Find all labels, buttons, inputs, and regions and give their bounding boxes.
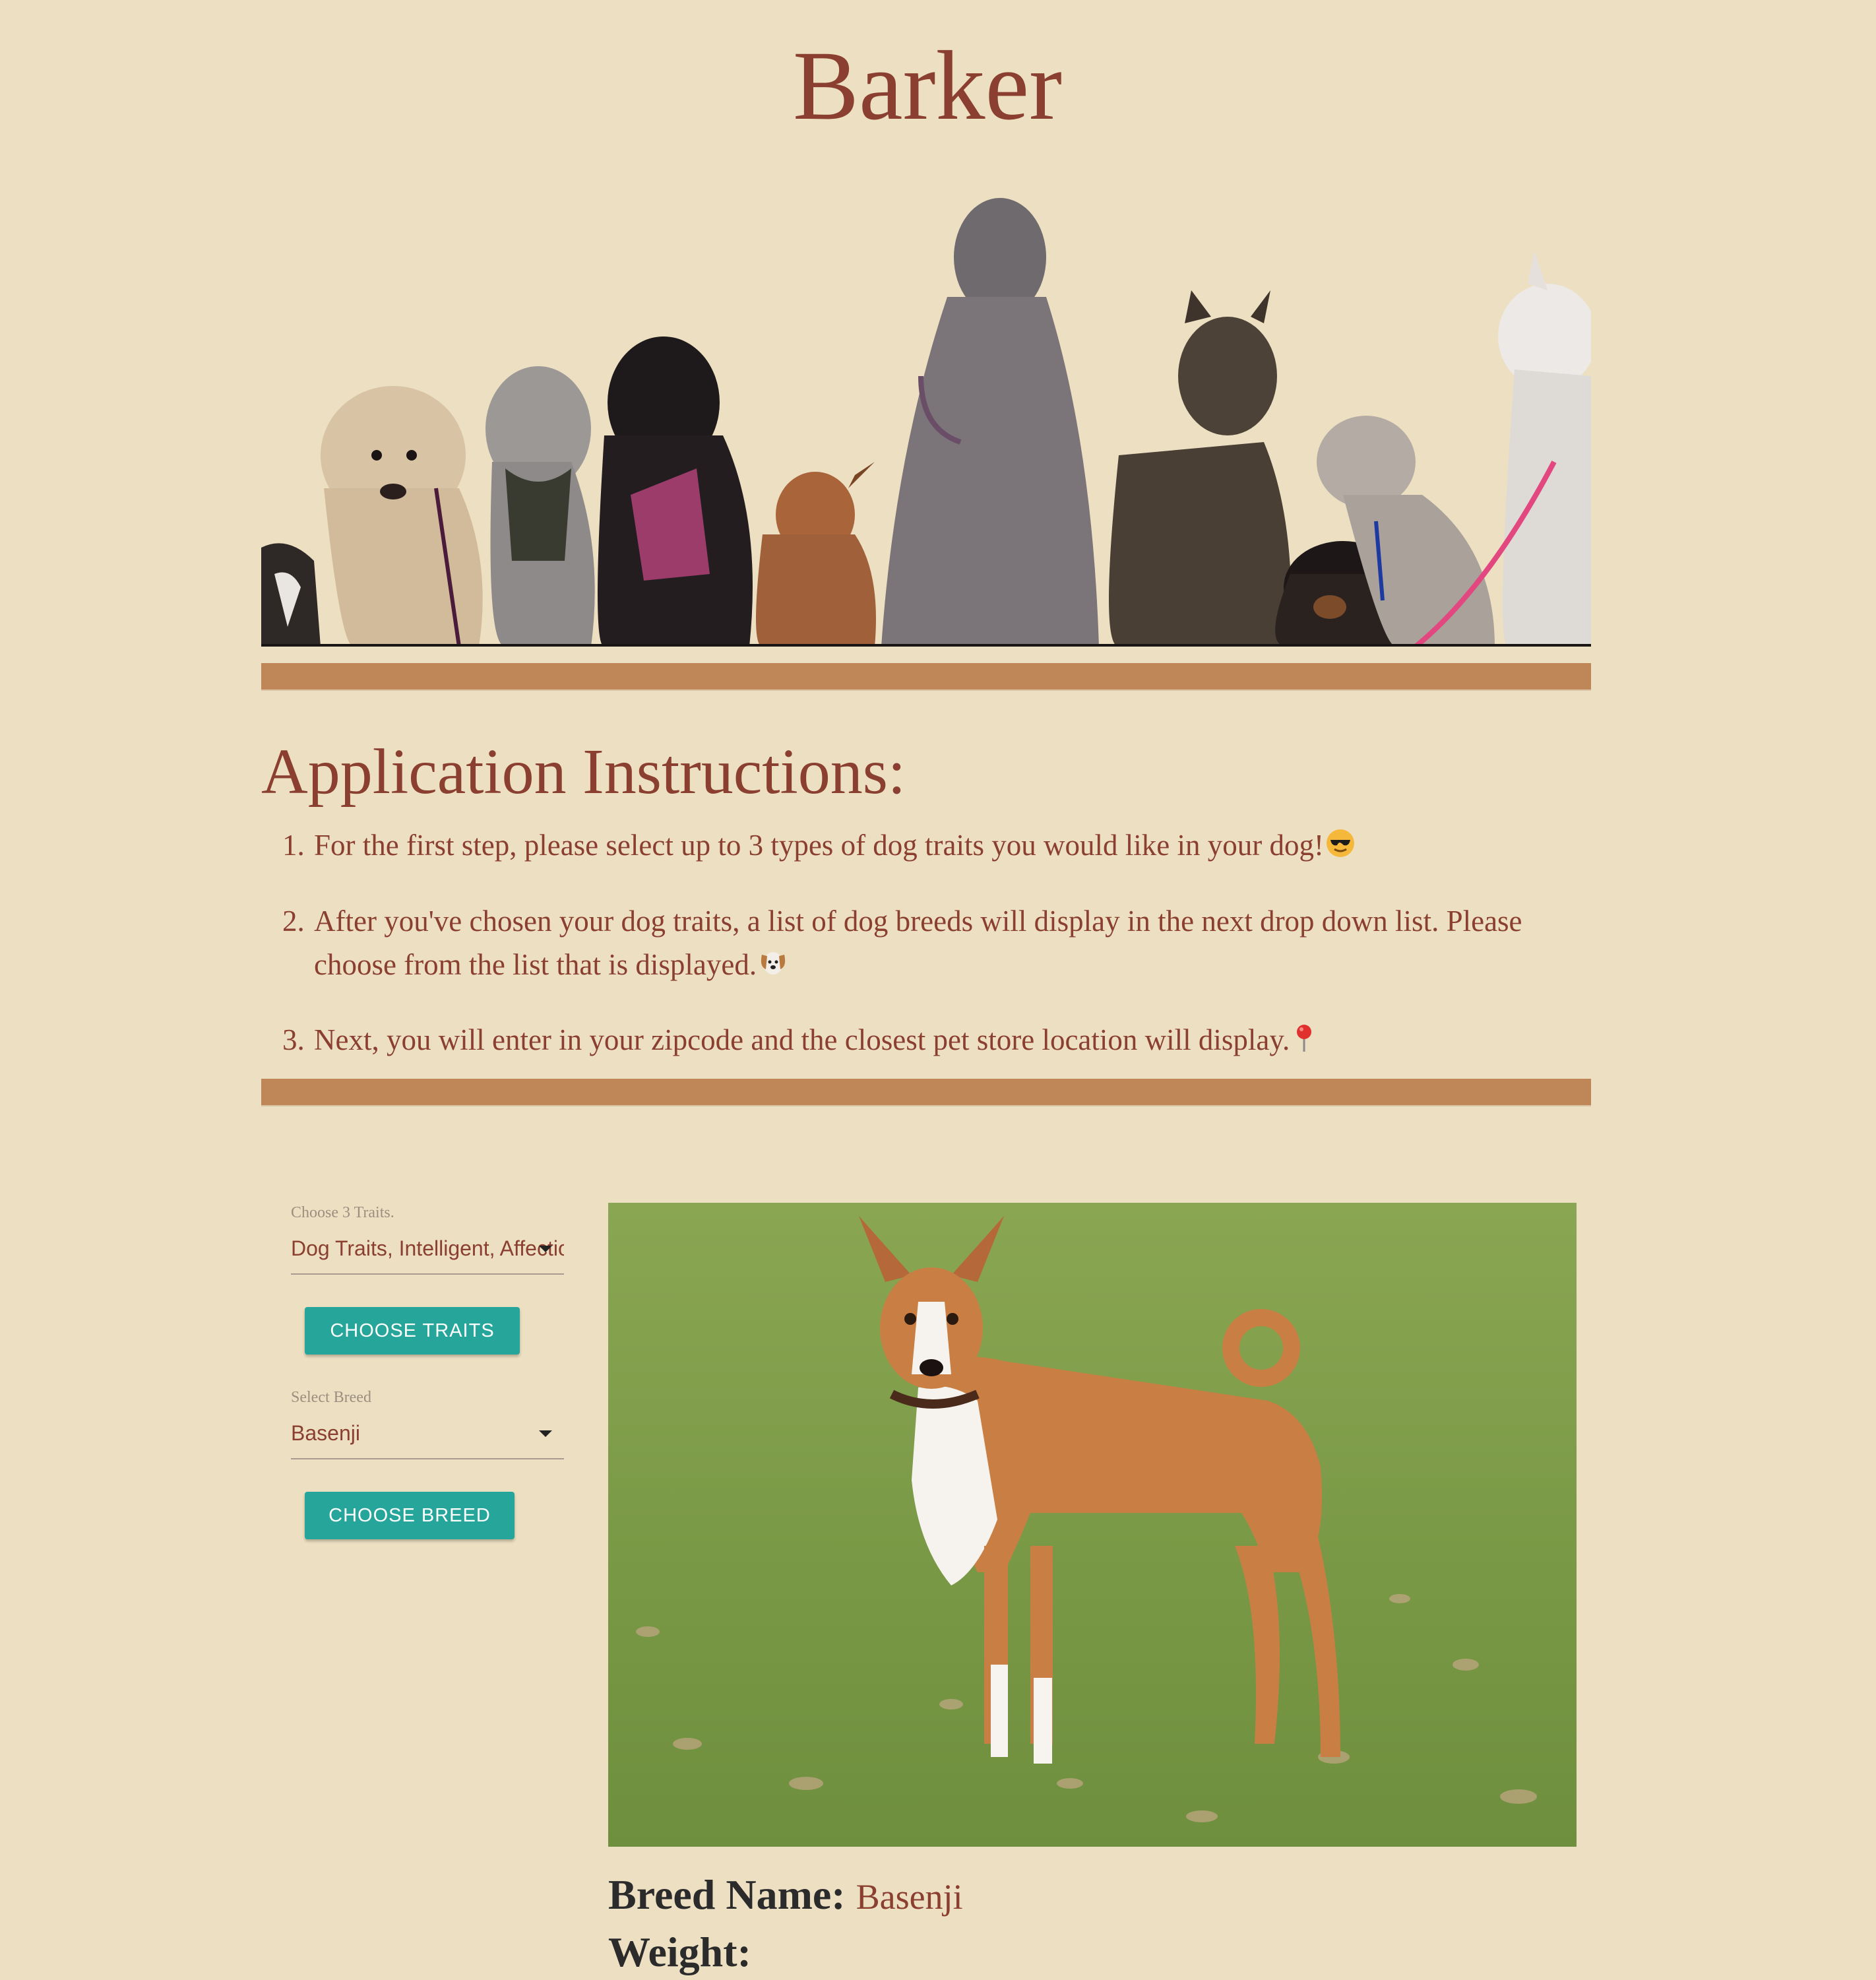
basenji-photo [608,1203,1577,1847]
step-text: Next, you will enter in your zipcode and… [314,1023,1290,1057]
choose-breed-button[interactable]: CHOOSE BREED [305,1492,515,1539]
breed-name-row: Breed Name: Basenji [608,1867,963,1925]
dog-group-banner-image [261,178,1591,647]
breed-name-label: Breed Name: [608,1871,846,1918]
breed-select[interactable]: Basenji [291,1416,564,1459]
instructions-list: 1. For the first step, please select up … [282,823,1595,1094]
traits-label: Choose 3 Traits. [291,1204,394,1221]
instruction-step: 1. For the first step, please select up … [282,823,1595,870]
weight-row: Weight: [608,1925,963,1980]
breed-label: Select Breed [291,1389,371,1406]
breed-info: Breed Name: Basenji Weight: [608,1867,963,1980]
breed-name-value: Basenji [856,1877,963,1917]
instruction-step: 2. After you've chosen your dog traits, … [282,899,1595,990]
instruction-step: 3. Next, you will enter in your zipcode … [282,1018,1595,1065]
instructions-heading: Application Instructions: [261,736,906,808]
step-number: 3. [282,1023,305,1057]
weight-label: Weight: [608,1929,751,1975]
section-divider-top [261,663,1591,691]
chevron-down-icon [539,1246,552,1252]
step-text: After you've chosen your dog traits, a l… [314,904,1522,981]
traits-select[interactable]: Dog Traits, Intelligent, Affectionate [291,1231,564,1275]
breed-select-value: Basenji [291,1421,360,1445]
step-text: For the first step, please select up to … [314,829,1324,862]
sunglasses-emoji-icon [1325,827,1356,870]
chevron-down-icon [539,1430,552,1437]
step-number: 2. [282,904,305,938]
traits-select-value: Dog Traits, Intelligent, Affectionate [291,1236,564,1260]
app-title: Barker [792,31,1063,141]
round-pushpin-emoji-icon [1291,1021,1317,1065]
step-number: 1. [282,829,305,862]
section-divider-bottom [261,1079,1591,1106]
dog-face-emoji-icon [758,945,788,989]
choose-traits-button[interactable]: CHOOSE TRAITS [305,1307,520,1355]
